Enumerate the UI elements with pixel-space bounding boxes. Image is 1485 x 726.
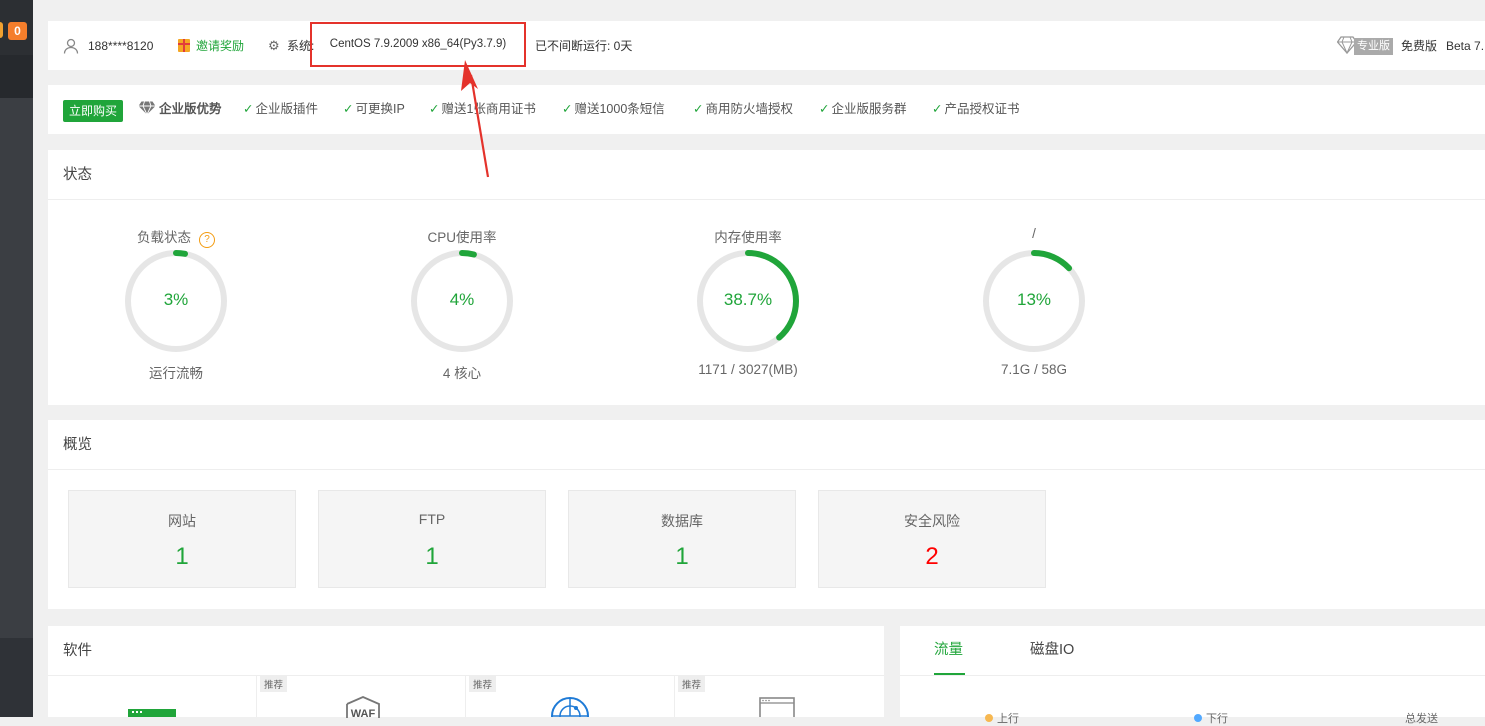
- feature-label: 企业版插件: [255, 102, 318, 116]
- check-icon: ✓: [819, 102, 830, 116]
- legend-total-sent: 总发送: [1405, 710, 1438, 726]
- sidebar-lower-section: [0, 638, 33, 717]
- overview-ftp[interactable]: FTP 1: [318, 490, 546, 588]
- software-item[interactable]: 推荐: [675, 675, 884, 717]
- feature-label: 可更换IP: [355, 102, 405, 116]
- check-icon: ✓: [562, 102, 573, 116]
- feature-label: 赠送1000条短信: [574, 102, 665, 116]
- tab-disk-io[interactable]: 磁盘IO: [1030, 626, 1074, 675]
- software-item[interactable]: 推荐 WAF: [257, 675, 466, 718]
- feature-item: ✓ 赠送1000条短信: [562, 85, 665, 134]
- gauge-sub: 4 核心: [442, 366, 482, 381]
- gauge-value: 4%: [449, 290, 475, 309]
- gauge-value: 3%: [163, 290, 189, 309]
- overview-panel: 概览 网站 1 FTP 1 数据库 1 安全风险 2: [48, 420, 1485, 609]
- check-icon: ✓: [429, 102, 440, 116]
- check-icon: ✓: [693, 102, 704, 116]
- overview-item-name: 安全风险: [904, 513, 960, 529]
- buy-now-button[interactable]: 立即购买: [63, 100, 123, 122]
- status-panel: 状态 负载状态? 3% 运行流畅 CPU使用率 4% 4 核心 内存使用率 38…: [48, 150, 1485, 405]
- gauge-label-row: 负载状态?: [106, 226, 246, 248]
- sidebar-badge-partial: [0, 22, 3, 38]
- recommended-tag: 推荐: [260, 676, 288, 692]
- recommended-tag: 推荐: [469, 676, 497, 692]
- gauge-sub: 1171 / 3027(MB): [698, 362, 798, 377]
- legend-dot: [985, 714, 993, 722]
- sidebar: 0: [0, 0, 33, 717]
- overview-item-name: 网站: [168, 513, 196, 529]
- annotation-arrow-icon: [461, 60, 490, 178]
- feature-label: 产品授权证书: [944, 102, 1020, 116]
- enterprise-advantage-label: 企业版优势: [159, 102, 222, 116]
- overview-item-count: 1: [175, 543, 189, 570]
- free-version-label: 免费版: [1401, 39, 1438, 53]
- legend-dot: [1194, 714, 1202, 722]
- divider: [48, 199, 1485, 200]
- top-info-bar: 188****8120 邀请奖励 ⚙ 系统: CentOS 7.9.2009 x…: [48, 21, 1485, 70]
- gauge-label: /: [1032, 226, 1036, 241]
- overview-security-risk[interactable]: 安全风险 2: [818, 490, 1046, 588]
- gauge-value: 13%: [1016, 290, 1052, 309]
- gauge-sub: 运行流畅: [149, 366, 203, 381]
- feature-label: 企业版服务群: [831, 102, 907, 116]
- invite-rewards-link[interactable]: 邀请奖励: [196, 21, 244, 70]
- user-icon: [63, 38, 79, 54]
- feature-item: ✓ 产品授权证书: [932, 85, 1020, 134]
- system-info: CentOS 7.9.2009 x86_64(Py3.7.9): [329, 38, 507, 50]
- feature-item: ✓ 企业版服务群: [819, 85, 907, 134]
- overview-websites[interactable]: 网站 1: [68, 490, 296, 588]
- notification-badge[interactable]: 0: [8, 22, 27, 40]
- gauge-label: CPU使用率: [427, 230, 497, 245]
- feature-label: 商用防火墙授权: [705, 102, 793, 116]
- gift-icon: [178, 39, 190, 52]
- gear-icon: ⚙: [268, 38, 280, 53]
- traffic-panel: 流量 磁盘IO 上行 下行 总发送: [900, 626, 1485, 725]
- browser-window-icon: [759, 697, 795, 717]
- overview-databases[interactable]: 数据库 1: [568, 490, 796, 588]
- overview-item-name: 数据库: [661, 513, 703, 529]
- waf-icon: WAF: [346, 696, 380, 718]
- version-label[interactable]: Beta 7.: [1446, 21, 1484, 70]
- legend-label: 总发送: [1405, 713, 1438, 725]
- gauge-label: 内存使用率: [714, 230, 782, 245]
- software-panel: 软件 推荐 WAF 推荐 推荐: [48, 626, 884, 718]
- check-icon: ✓: [343, 102, 354, 116]
- software-item[interactable]: 推荐: [466, 675, 675, 717]
- software-item[interactable]: [48, 675, 257, 717]
- overview-item-name: FTP: [418, 511, 446, 527]
- gauge-label: 负载状态: [137, 230, 191, 245]
- tab-traffic[interactable]: 流量: [934, 626, 963, 675]
- legend-label: 上行: [997, 713, 1019, 725]
- overview-title: 概览: [63, 437, 92, 453]
- sidebar-item-active[interactable]: [0, 55, 33, 98]
- overview-item-count: 1: [675, 543, 689, 570]
- radar-icon: [551, 697, 589, 717]
- feature-item: ✓ 商用防火墙授权: [693, 85, 793, 134]
- feature-item: ✓ 企业版插件: [243, 85, 318, 134]
- software-title: 软件: [63, 643, 92, 659]
- status-title: 状态: [63, 167, 92, 183]
- server-icon: [128, 709, 176, 717]
- gauge-sub: 7.1G / 58G: [1000, 362, 1068, 377]
- uptime: 已不间断运行: 0天: [535, 39, 633, 53]
- overview-item-count: 2: [925, 543, 939, 570]
- check-icon: ✓: [932, 102, 943, 116]
- pro-version-badge[interactable]: 专业版: [1354, 38, 1393, 55]
- legend-download: 下行: [1194, 710, 1228, 726]
- enterprise-advantage: 企业版优势: [138, 85, 222, 134]
- check-icon: ✓: [243, 102, 254, 116]
- diamond-icon: [138, 101, 156, 115]
- feature-item: ✓ 可更换IP: [343, 85, 405, 134]
- legend-label: 下行: [1206, 713, 1228, 725]
- recommended-tag: 推荐: [678, 676, 706, 692]
- divider: [48, 469, 1485, 470]
- account-phone[interactable]: 188****8120: [88, 21, 153, 70]
- legend-upload: 上行: [985, 710, 1019, 726]
- help-icon[interactable]: ?: [199, 232, 215, 248]
- divider: [900, 675, 1485, 676]
- overview-item-count: 1: [425, 543, 439, 570]
- enterprise-promo-bar: 立即购买 企业版优势 ✓ 企业版插件 ✓ 可更换IP ✓ 赠送1张商用证书 ✓ 赠送10…: [48, 85, 1485, 134]
- gauge-value: 38.7%: [723, 290, 773, 309]
